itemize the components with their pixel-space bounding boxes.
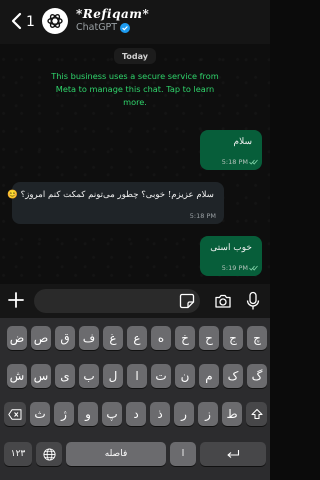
message-time: 5:18 PM — [189, 212, 216, 220]
zwnj-key-label: ‌ا‌ — [181, 449, 185, 459]
key[interactable]: ص — [31, 326, 51, 350]
key[interactable]: چ — [247, 326, 267, 350]
numbers-key-label: ۱۲۳ — [10, 449, 26, 459]
backspace-icon — [8, 408, 22, 420]
key[interactable]: ز — [198, 402, 218, 426]
contact-subtitle-text: ChatGPT — [76, 22, 118, 33]
key[interactable]: ح — [199, 326, 219, 350]
key[interactable]: م — [199, 364, 219, 388]
key[interactable]: ی — [55, 364, 75, 388]
key[interactable]: س — [31, 364, 51, 388]
key[interactable]: ژ — [54, 402, 74, 426]
camera-icon[interactable] — [214, 292, 232, 310]
composer-bar — [0, 284, 270, 318]
encryption-notice[interactable]: This business uses a secure service from… — [44, 70, 226, 114]
message-bubble-outgoing[interactable]: سلام 5:18 PM — [200, 130, 262, 170]
key[interactable]: ع — [127, 326, 147, 350]
key[interactable]: ک — [223, 364, 243, 388]
zwnj-key[interactable]: ‌ا‌ — [170, 442, 196, 466]
message-time: 5:19 PM — [221, 264, 248, 272]
contact-name[interactable]: *Refiqam* — [76, 7, 149, 21]
key[interactable]: ذ — [150, 402, 170, 426]
plus-icon[interactable] — [7, 291, 25, 309]
message-text: سلام — [233, 137, 252, 147]
shift-arrow-icon — [250, 408, 263, 420]
read-ticks-icon — [249, 265, 258, 271]
key[interactable]: خ — [175, 326, 195, 350]
return-key[interactable] — [200, 442, 266, 466]
message-bubble-outgoing[interactable]: خوب استی 5:19 PM — [200, 236, 262, 276]
space-key-label: فاصله — [104, 449, 128, 459]
emoji-key[interactable] — [36, 442, 62, 466]
key[interactable]: ت — [151, 364, 171, 388]
numbers-key[interactable]: ۱۲۳ — [4, 442, 32, 466]
back-chevron-icon[interactable] — [6, 10, 28, 32]
shift-key[interactable] — [246, 402, 267, 426]
verified-badge-icon — [120, 22, 131, 33]
key[interactable]: گ — [247, 364, 267, 388]
contact-subtitle[interactable]: ChatGPT — [76, 22, 131, 33]
sticker-icon[interactable] — [179, 293, 195, 309]
key[interactable]: ث — [30, 402, 50, 426]
persian-keyboard: چ ج ح خ ه ع غ ف ق ص ض گ ک م ن ت ا ل ب ی … — [0, 318, 270, 480]
chat-header: 1 *Refiqam* ChatGPT — [0, 0, 270, 44]
microphone-icon[interactable] — [246, 291, 260, 311]
message-text: سلام عزیزم! خوبی؟ چطور می‌تونم کمکت کنم … — [7, 190, 214, 200]
message-bubble-incoming[interactable]: سلام عزیزم! خوبی؟ چطور می‌تونم کمکت کنم … — [7, 182, 224, 224]
message-time: 5:18 PM — [221, 158, 248, 166]
key[interactable]: ق — [55, 326, 75, 350]
key[interactable]: ن — [175, 364, 195, 388]
read-ticks-icon — [249, 159, 258, 165]
key[interactable]: ب — [79, 364, 99, 388]
key[interactable]: ر — [174, 402, 194, 426]
key[interactable]: ض — [7, 326, 27, 350]
return-arrow-icon — [227, 449, 240, 458]
key[interactable]: و — [78, 402, 98, 426]
key[interactable]: غ — [103, 326, 123, 350]
key[interactable]: ه — [151, 326, 171, 350]
backspace-key[interactable] — [4, 402, 26, 426]
key[interactable]: ف — [79, 326, 99, 350]
avatar[interactable] — [42, 8, 68, 34]
message-text: خوب استی — [210, 243, 252, 253]
key[interactable]: ج — [223, 326, 243, 350]
key[interactable]: ا — [127, 364, 147, 388]
key[interactable]: پ — [102, 402, 122, 426]
chatgpt-logo-icon — [47, 14, 63, 28]
space-key[interactable]: فاصله — [66, 442, 166, 466]
date-chip: Today — [114, 48, 156, 64]
message-input[interactable] — [34, 289, 200, 313]
key[interactable]: د — [126, 402, 146, 426]
globe-icon — [42, 447, 56, 461]
key[interactable]: ط — [222, 402, 242, 426]
unread-count[interactable]: 1 — [26, 14, 35, 30]
key[interactable]: ل — [103, 364, 123, 388]
key[interactable]: ش — [7, 364, 27, 388]
